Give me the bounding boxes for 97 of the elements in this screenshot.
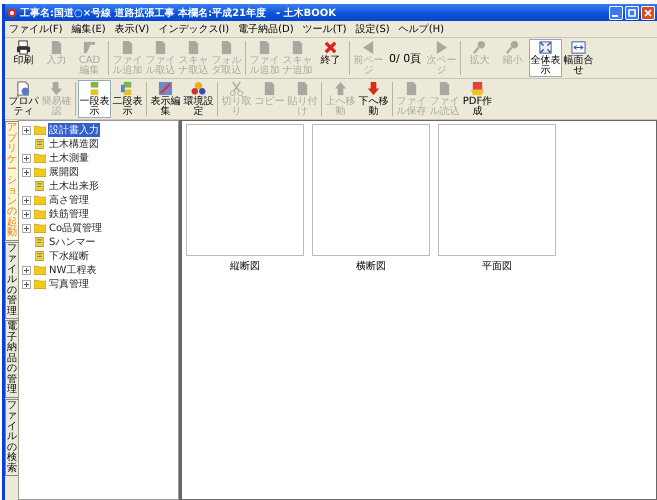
side-tab[interactable]: ファイルの検索 — [5, 398, 19, 476]
magnifier-icon — [472, 40, 488, 55]
folder-icon — [34, 195, 46, 205]
pencil-icon — [82, 40, 97, 55]
window-title: 工事名:国道○×号線 道路拡張工事 本欄名:平成21年度 - 土木BOOK — [20, 6, 336, 20]
menu-item[interactable]: ファイル(F) — [9, 22, 63, 36]
app-icon — [7, 8, 17, 18]
document-icon — [34, 139, 46, 149]
tree-item[interactable]: Sハンマー — [48, 235, 96, 249]
document-icon — [219, 40, 234, 55]
thumbnail-caption: 平面図 — [482, 260, 512, 273]
pdf-icon — [470, 81, 485, 96]
expand-icon[interactable] — [22, 168, 31, 176]
edit-sheet-icon — [158, 81, 173, 96]
close-button[interactable] — [641, 6, 655, 20]
menu-item[interactable]: ヘルプ(H) — [398, 22, 444, 36]
side-tab[interactable]: 電子納品の管理 — [5, 320, 19, 398]
fit-screen-icon — [538, 40, 554, 55]
document-icon — [34, 251, 46, 261]
document-icon — [404, 81, 419, 96]
thumbnail-frame[interactable] — [312, 124, 430, 256]
menu-item[interactable]: ツール(T) — [302, 22, 347, 36]
tree-item[interactable]: NW工程表 — [48, 263, 98, 277]
tree-item[interactable]: 高さ管理 — [48, 193, 90, 207]
toolbar-button[interactable]: 環境設定 — [182, 80, 215, 118]
toolbar-button[interactable]: プロパティ — [7, 80, 40, 118]
document-icon — [120, 40, 135, 55]
up-arrow-icon — [333, 81, 348, 96]
toolbar-button[interactable]: 表示編集 — [149, 80, 182, 118]
tree-item[interactable]: Co品質管理 — [48, 221, 104, 235]
document-info-icon — [16, 81, 31, 96]
pointer-icon — [49, 81, 64, 96]
folder-icon — [34, 279, 46, 289]
tree-item[interactable]: 展開図 — [48, 165, 80, 179]
menu-item[interactable]: インデックス(I) — [158, 22, 230, 36]
close-icon — [323, 40, 338, 55]
settings-icon — [191, 81, 206, 96]
side-tab[interactable]: ファイルの管理 — [5, 242, 19, 319]
scissors-icon — [229, 81, 244, 96]
maximize-button[interactable] — [625, 6, 639, 20]
right-triangle-icon — [434, 40, 450, 55]
expand-icon[interactable] — [22, 154, 31, 162]
toolbar-button[interactable]: 二段表示 — [111, 80, 144, 118]
left-triangle-icon — [361, 40, 376, 55]
expand-icon[interactable] — [22, 196, 31, 204]
page-counter: 0/ 0頁 — [388, 50, 422, 66]
folder-icon — [34, 167, 46, 177]
menu-item[interactable]: 電子納品(D) — [238, 22, 294, 36]
document-icon — [186, 40, 201, 55]
tree-item[interactable]: 設計書入力 — [48, 123, 100, 137]
tree-item[interactable]: 鉄筋管理 — [48, 207, 90, 221]
expand-icon[interactable] — [22, 266, 31, 274]
menu-item[interactable]: 設定(S) — [356, 22, 390, 36]
maximize-icon — [627, 8, 637, 18]
tree-item[interactable]: 写真管理 — [48, 277, 90, 291]
fit-width-icon — [571, 40, 586, 55]
document-icon — [49, 40, 64, 55]
toolbar-button[interactable]: 下へ移動 — [357, 80, 390, 118]
folder-icon — [34, 125, 46, 135]
expand-icon[interactable] — [22, 224, 31, 232]
thumbnail-frame[interactable] — [438, 124, 556, 256]
tree-item[interactable]: 土木構造図 — [48, 137, 100, 151]
document-icon — [437, 81, 452, 96]
menu-item[interactable]: 編集(E) — [72, 22, 106, 36]
tree-item[interactable]: 土木出来形 — [48, 179, 100, 193]
close-icon — [643, 8, 653, 18]
minimize-button[interactable] — [609, 6, 623, 20]
minimize-icon — [612, 14, 618, 16]
toolbar-button[interactable]: 一段表示 — [78, 80, 111, 118]
toolbar-button[interactable]: 幅面合せ — [562, 39, 596, 77]
document-icon — [290, 40, 305, 55]
thumbnail-caption: 横断図 — [356, 260, 386, 273]
expand-icon[interactable] — [22, 280, 31, 288]
folder-icon — [34, 153, 46, 163]
folder-icon — [34, 209, 46, 219]
toolbar-button[interactable]: 印刷 — [7, 39, 40, 77]
expand-icon[interactable] — [22, 126, 31, 134]
folder-icon — [34, 265, 46, 275]
expand-icon[interactable] — [22, 210, 31, 218]
thumbnail-caption: 縦断図 — [230, 260, 260, 273]
document-icon — [257, 40, 272, 55]
document-icon — [295, 81, 310, 96]
menu-item[interactable]: 表示(V) — [114, 22, 150, 36]
document-icon — [153, 40, 168, 55]
folder-icon — [34, 223, 46, 233]
tree-item[interactable]: 土木測量 — [48, 151, 90, 165]
document-icon — [262, 81, 277, 96]
document-icon — [34, 237, 46, 247]
down-arrow-icon — [366, 81, 381, 96]
magnifier-icon — [505, 40, 520, 55]
toolbar-button[interactable]: PDF作成 — [461, 80, 494, 118]
document-icon — [34, 181, 46, 191]
thumbnail-frame[interactable] — [186, 124, 304, 256]
toolbar-button[interactable]: 終了 — [314, 39, 347, 77]
toolbar-button[interactable]: 全体表示 — [529, 39, 562, 77]
tree-item[interactable]: 下水縦断 — [48, 249, 90, 263]
printer-icon — [16, 40, 31, 55]
